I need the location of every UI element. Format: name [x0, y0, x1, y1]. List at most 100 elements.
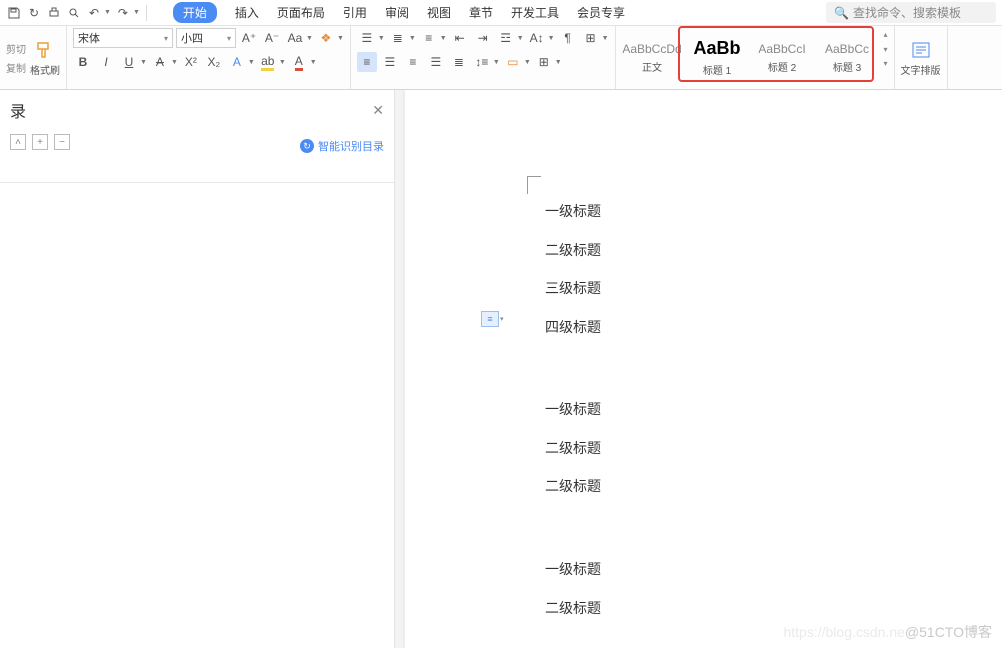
preview-icon[interactable]	[66, 5, 82, 21]
doc-line[interactable]: 一级标题	[545, 550, 601, 589]
text-layout-icon	[908, 39, 934, 61]
text-layout-button[interactable]: 文字排版	[901, 39, 941, 77]
increase-indent-button[interactable]: ⇥	[473, 28, 493, 48]
format-painter-label: 格式刷	[30, 62, 60, 77]
add-icon[interactable]: +	[32, 134, 48, 150]
document-text-block: 一级标题 二级标题 二级标题	[545, 390, 601, 506]
doc-line[interactable]: 二级标题	[545, 429, 601, 468]
collapse-icon[interactable]: ˄	[10, 134, 26, 150]
tab-dev[interactable]: 开发工具	[511, 4, 559, 21]
doc-line[interactable]: 三级标题	[545, 269, 601, 308]
text-effects-button[interactable]: A	[227, 52, 247, 72]
print-icon[interactable]	[46, 5, 62, 21]
underline-button[interactable]: U	[119, 52, 139, 72]
undo-icon[interactable]: ↶	[86, 5, 102, 21]
sidebar-title: 录	[10, 98, 26, 122]
doc-line[interactable]: 二级标题	[545, 467, 601, 506]
borders-button[interactable]: ⊞	[534, 52, 554, 72]
document-text-block: 一级标题 二级标题	[545, 550, 601, 627]
doc-line[interactable]: 一级标题	[545, 390, 601, 429]
style-normal[interactable]: AaBbCcDd 正文	[622, 28, 683, 87]
style-preview: AaBbCc	[825, 42, 869, 56]
style-heading2[interactable]: AaBbCcI 标题 2	[752, 28, 813, 87]
smart-detect-label: 智能识别目录	[318, 138, 384, 154]
redo-icon[interactable]: ↻	[26, 5, 42, 21]
tab-chapter[interactable]: 章节	[469, 4, 493, 21]
align-center-button[interactable]: ☰	[380, 52, 400, 72]
tab-start[interactable]: 开始	[173, 2, 217, 23]
search-placeholder: 查找命令、搜索模板	[853, 4, 961, 21]
chevron-down-icon[interactable]: ▼	[104, 9, 111, 16]
remove-icon[interactable]: −	[54, 134, 70, 150]
styles-scroller: ▴ ▾ ▾	[882, 28, 888, 70]
chevron-down-icon[interactable]: ▾	[500, 315, 504, 323]
style-label: 标题 3	[833, 59, 861, 74]
format-painter-button[interactable]: 格式刷	[30, 39, 60, 77]
heading-tag-icon[interactable]: ≡	[481, 311, 499, 327]
superscript-button[interactable]: X²	[181, 52, 201, 72]
justify-button[interactable]: ☰	[426, 52, 446, 72]
tab-layout[interactable]: 页面布局	[277, 4, 325, 21]
grow-font-button[interactable]: A⁺	[239, 28, 259, 48]
style-heading1[interactable]: AaBb 标题 1	[687, 28, 748, 87]
watermark-text: @51CTO博客	[905, 624, 992, 640]
redo2-icon[interactable]: ↷	[115, 5, 131, 21]
document-text-block: 一级标题 二级标题 三级标题 四级标题	[545, 192, 601, 346]
shrink-font-button[interactable]: A⁻	[262, 28, 282, 48]
doc-line[interactable]: 四级标题	[545, 308, 601, 347]
styles-expand-icon[interactable]: ▾	[884, 59, 888, 68]
style-preview: AaBb	[693, 38, 740, 59]
search-box[interactable]: 🔍 查找命令、搜索模板	[826, 2, 996, 23]
align-right-button[interactable]: ≡	[403, 52, 423, 72]
strike-button[interactable]: A	[150, 52, 170, 72]
font-name-combo[interactable]: 宋体▾	[73, 28, 173, 48]
highlight-button[interactable]: ab	[258, 52, 278, 72]
watermark: https://blog.csdn.ne@51CTO博客	[783, 622, 992, 642]
distribute-button[interactable]: ≣	[449, 52, 469, 72]
divider	[0, 182, 394, 183]
style-heading3[interactable]: AaBbCc 标题 3	[817, 28, 878, 87]
ribbon: 剪切 复制 格式刷 宋体▾ 小四▾ A⁺ A⁻ Aa▼ ❖▼ B I U▼ A▼…	[0, 26, 1002, 90]
tab-insert[interactable]: 插入	[235, 4, 259, 21]
style-preview: AaBbCcDd	[622, 42, 681, 56]
doc-line[interactable]: 一级标题	[545, 192, 601, 231]
change-case-button[interactable]: Aa	[285, 28, 305, 48]
bold-button[interactable]: B	[73, 52, 93, 72]
sort-button[interactable]: ☲	[496, 28, 516, 48]
close-icon[interactable]: ✕	[372, 102, 384, 119]
search-icon: 🔍	[834, 6, 849, 20]
numbering-button[interactable]: ≣	[388, 28, 408, 48]
bullets-button[interactable]: ☰	[357, 28, 377, 48]
tabs-button[interactable]: ⊞	[581, 28, 601, 48]
copy-button[interactable]: 复制	[6, 60, 26, 75]
save-icon[interactable]	[6, 5, 22, 21]
shading-button[interactable]: ▭	[503, 52, 523, 72]
align-left-button[interactable]: ≡	[357, 52, 377, 72]
tab-vip[interactable]: 会员专享	[577, 4, 625, 21]
styles-down-icon[interactable]: ▾	[884, 45, 888, 54]
line-spacing-button[interactable]: ↕≡	[472, 52, 492, 72]
document-page[interactable]: ≡ ▾ 一级标题 二级标题 三级标题 四级标题 一级标题 二级标题 二级标题 一…	[405, 90, 1002, 648]
style-label: 标题 1	[703, 62, 731, 77]
decrease-indent-button[interactable]: ⇤	[450, 28, 470, 48]
text-direction-button[interactable]: A↕	[527, 28, 547, 48]
show-marks-button[interactable]: ¶	[558, 28, 578, 48]
clear-format-button[interactable]: ❖	[316, 28, 336, 48]
italic-button[interactable]: I	[96, 52, 116, 72]
chevron-down-icon[interactable]: ▼	[133, 9, 140, 16]
doc-line[interactable]: 二级标题	[545, 589, 601, 628]
style-label: 标题 2	[768, 59, 796, 74]
subscript-button[interactable]: X₂	[204, 52, 224, 72]
tab-reference[interactable]: 引用	[343, 4, 367, 21]
smart-detect-button[interactable]: ↻ 智能识别目录	[300, 138, 384, 154]
doc-line[interactable]: 二级标题	[545, 231, 601, 270]
font-color-button[interactable]: A	[289, 52, 309, 72]
main-menu: 开始 插入 页面布局 引用 审阅 视图 章节 开发工具 会员专享	[173, 2, 625, 23]
font-size-combo[interactable]: 小四▾	[176, 28, 236, 48]
typeset-group: 文字排版	[895, 26, 948, 89]
cut-button[interactable]: 剪切	[6, 41, 26, 56]
tab-review[interactable]: 审阅	[385, 4, 409, 21]
styles-up-icon[interactable]: ▴	[884, 30, 888, 39]
multilevel-button[interactable]: ≡	[419, 28, 439, 48]
tab-view[interactable]: 视图	[427, 4, 451, 21]
